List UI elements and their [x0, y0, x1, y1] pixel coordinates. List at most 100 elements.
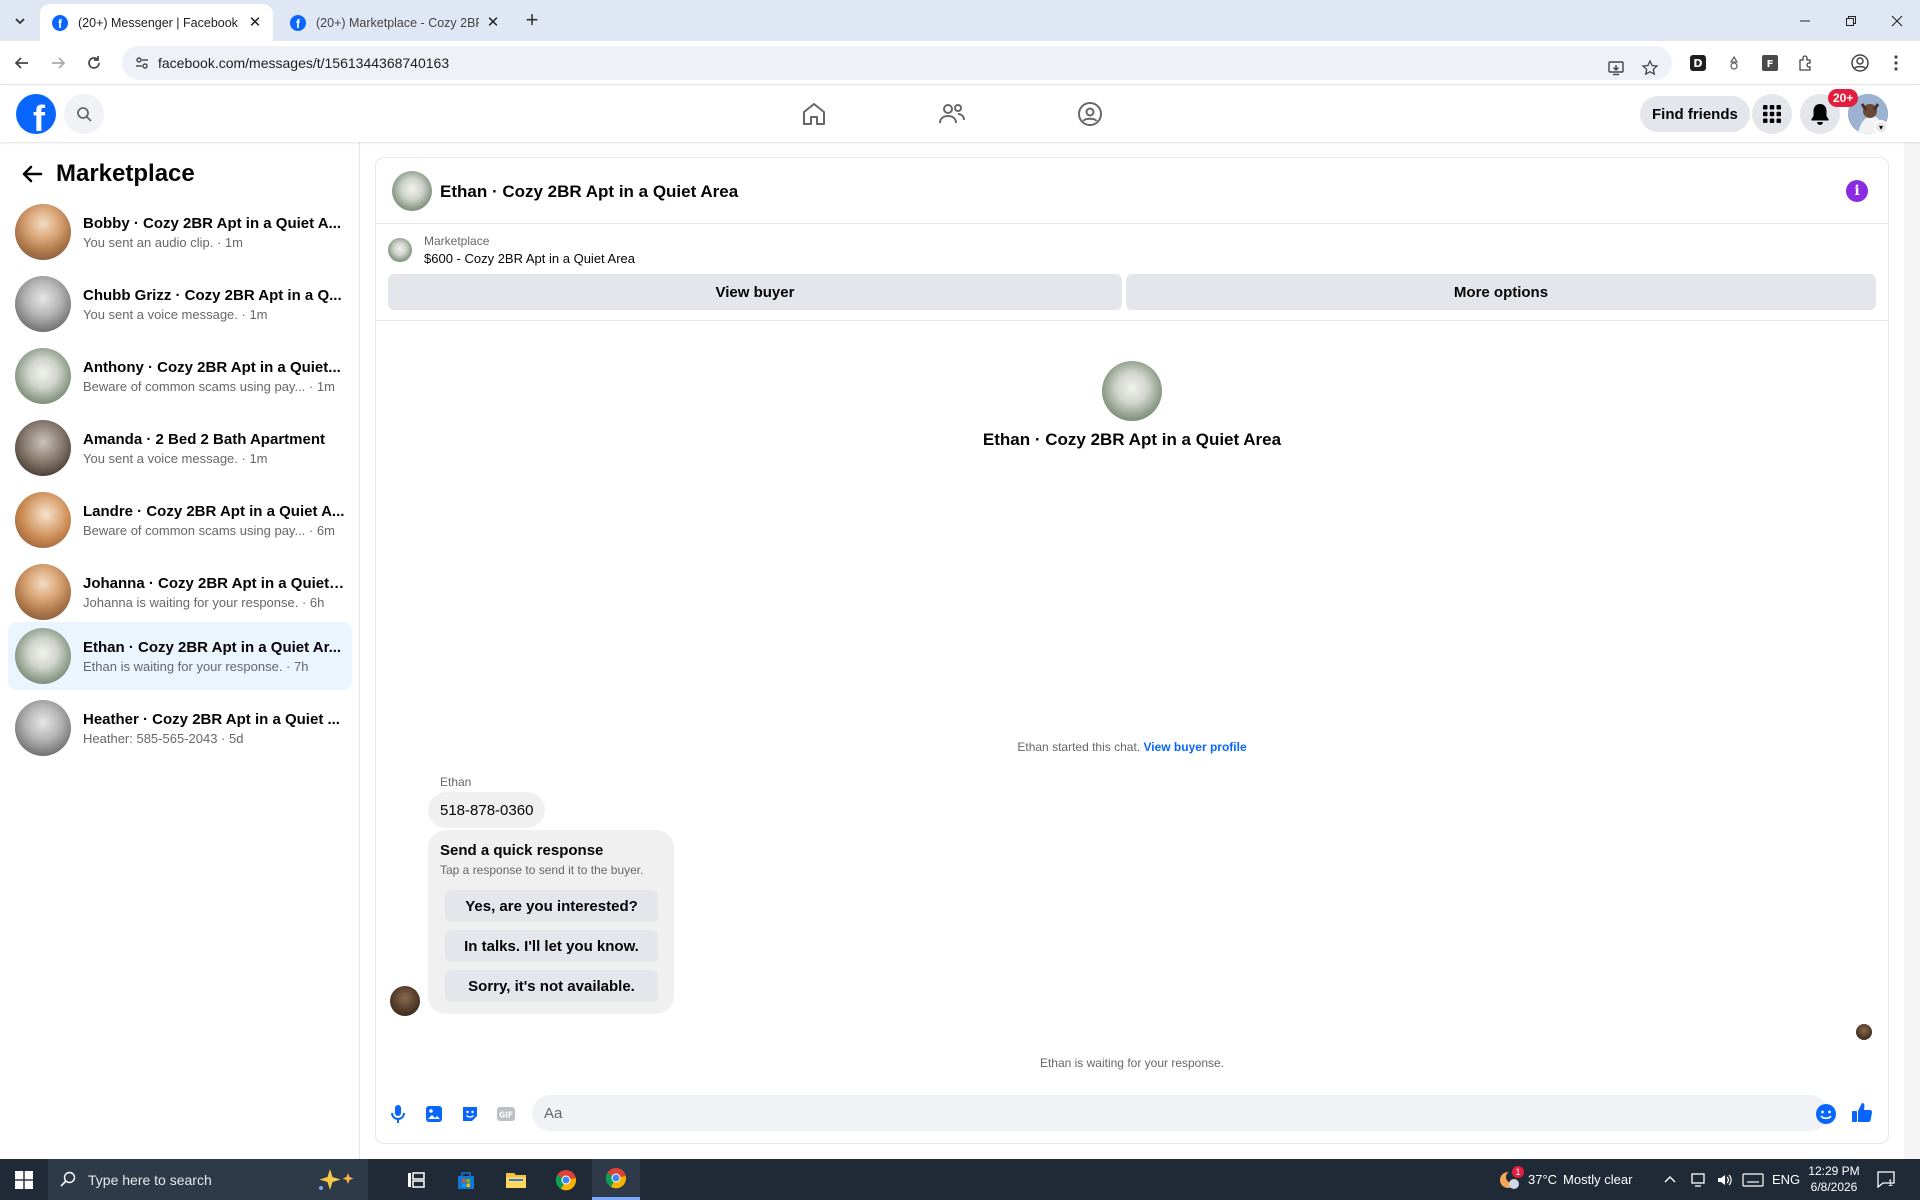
- chrome-active-icon[interactable]: [592, 1159, 640, 1200]
- message-sender-name: Ethan: [440, 775, 472, 789]
- microsoft-store-icon[interactable]: [442, 1159, 490, 1200]
- extension-recycle-icon[interactable]: [1724, 53, 1744, 73]
- quick-response-button[interactable]: Yes, are you interested?: [445, 890, 658, 922]
- clock-date: 6/8/2026: [1810, 1180, 1858, 1194]
- notification-center-icon[interactable]: 1: [1876, 1159, 1898, 1200]
- quick-response-button[interactable]: In talks. I'll let you know.: [445, 930, 658, 962]
- chrome-icon[interactable]: [542, 1159, 590, 1200]
- account-chevron-down-icon[interactable]: ▾: [1874, 120, 1888, 134]
- quick-response-subtitle: Tap a response to send it to the buyer.: [440, 863, 644, 877]
- keyboard-icon[interactable]: [1742, 1159, 1764, 1200]
- conversation-info-icon[interactable]: i: [1846, 180, 1868, 202]
- photo-icon[interactable]: [422, 1102, 446, 1126]
- network-icon[interactable]: [1690, 1159, 1708, 1200]
- chat-title[interactable]: Ethan · Cozy 2BR Apt in a Quiet Area: [440, 182, 738, 202]
- message-input[interactable]: [532, 1095, 1828, 1131]
- more-options-button[interactable]: More options: [1126, 274, 1876, 310]
- conversation-name: Ethan · Cozy 2BR Apt in a Quiet Ar...: [83, 638, 342, 656]
- search-icon[interactable]: [64, 94, 104, 134]
- extension-d-icon[interactable]: D: [1688, 53, 1708, 73]
- browser-menu-icon[interactable]: [1886, 53, 1906, 73]
- reload-icon[interactable]: [80, 49, 108, 77]
- close-tab-icon[interactable]: ✕: [485, 14, 501, 31]
- find-friends-button[interactable]: Find friends: [1640, 96, 1750, 132]
- minimize-button[interactable]: [1782, 0, 1828, 41]
- back-arrow-icon[interactable]: [16, 158, 48, 190]
- new-tab-button[interactable]: +: [520, 9, 544, 33]
- chat-header-avatar[interactable]: [392, 171, 432, 211]
- notification-count-badge: 20+: [1828, 89, 1859, 107]
- tab-search-chevron-icon[interactable]: [8, 9, 32, 33]
- extensions-puzzle-icon[interactable]: [1796, 53, 1816, 73]
- weather-alert-badge: 1: [1512, 1165, 1524, 1178]
- friends-icon[interactable]: [932, 94, 972, 134]
- conversation-name: Johanna · Cozy 2BR Apt in a Quiet ...: [83, 574, 345, 592]
- taskbar-search-box[interactable]: Type here to search: [48, 1159, 368, 1200]
- restore-button[interactable]: [1828, 0, 1874, 41]
- extension-f-icon[interactable]: F: [1760, 53, 1780, 73]
- profile-icon[interactable]: [1850, 53, 1870, 73]
- groups-icon[interactable]: [1070, 94, 1110, 134]
- svg-text:GIF: GIF: [499, 1111, 513, 1120]
- file-explorer-icon[interactable]: [492, 1159, 540, 1200]
- gif-icon[interactable]: GIF: [494, 1102, 518, 1126]
- page-scrollbar[interactable]: [1904, 86, 1920, 1159]
- language-indicator[interactable]: ENG: [1772, 1159, 1800, 1200]
- waiting-notice: Ethan is waiting for your response.: [1039, 1056, 1225, 1070]
- chat-pane: Ethan · Cozy 2BR Apt in a Quiet Area i M…: [376, 158, 1888, 1143]
- address-bar[interactable]: facebook.com/messages/t/1561344368740163: [122, 46, 1672, 80]
- volume-icon[interactable]: [1716, 1159, 1734, 1200]
- close-tab-icon[interactable]: ✕: [247, 14, 263, 31]
- browser-tab-bar: f (20+) Messenger | Facebook ✕ f (20+) M…: [0, 0, 1920, 41]
- sticker-icon[interactable]: [458, 1102, 482, 1126]
- conversation-item[interactable]: Bobby · Cozy 2BR Apt in a Quiet A... You …: [8, 198, 352, 266]
- message-bubble[interactable]: 518-878-0360: [428, 792, 546, 828]
- weather-widget[interactable]: 1 37°C Mostly clear: [1498, 1159, 1632, 1200]
- emoji-icon[interactable]: [1814, 1102, 1838, 1126]
- conversation-name: Chubb Grizz · Cozy 2BR Apt in a Q...: [83, 286, 342, 304]
- forward-arrow-icon[interactable]: [44, 49, 72, 77]
- listing-description[interactable]: $600 - Cozy 2BR Apt in a Quiet Area: [424, 251, 635, 266]
- conversation-preview: You sent a voice message. · 1m: [83, 450, 268, 466]
- taskbar-clock[interactable]: 12:29 PM 6/8/2026: [1800, 1163, 1868, 1195]
- weather-desc: Mostly clear: [1563, 1172, 1633, 1187]
- intro-title: Ethan · Cozy 2BR Apt in a Quiet Area: [982, 430, 1282, 449]
- like-thumbs-up-icon[interactable]: [1850, 1101, 1874, 1125]
- search-icon: [60, 1171, 76, 1190]
- conversation-preview: You sent an audio clip. · 1m: [83, 234, 243, 250]
- read-receipt-avatar: [1856, 1024, 1872, 1040]
- install-app-icon[interactable]: [1602, 54, 1630, 82]
- tab-title: (20+) Messenger | Facebook: [78, 15, 238, 30]
- sender-avatar[interactable]: [390, 986, 420, 1016]
- windows-start-icon[interactable]: [0, 1159, 48, 1200]
- tab-messenger[interactable]: f (20+) Messenger | Facebook ✕: [40, 4, 273, 41]
- task-view-icon[interactable]: [392, 1159, 440, 1200]
- conversation-item-active[interactable]: Ethan · Cozy 2BR Apt in a Quiet Ar... Eth…: [8, 622, 352, 690]
- conversation-item[interactable]: Anthony · Cozy 2BR Apt in a Quiet... Bewa…: [8, 342, 352, 410]
- conversation-name: Anthony · Cozy 2BR Apt in a Quiet...: [83, 358, 341, 376]
- menu-grid-icon[interactable]: [1752, 94, 1792, 134]
- close-window-button[interactable]: [1874, 0, 1920, 41]
- conversation-preview: Johanna is waiting for your response. · …: [83, 594, 325, 610]
- conversation-item[interactable]: Amanda · 2 Bed 2 Bath Apartment You sent …: [8, 414, 352, 482]
- conversation-item[interactable]: Johanna · Cozy 2BR Apt in a Quiet ... Joh…: [8, 558, 352, 626]
- back-arrow-icon[interactable]: [8, 49, 36, 77]
- tray-chevron-up-icon[interactable]: [1664, 1159, 1676, 1200]
- copilot-sparkle-icon[interactable]: [316, 1167, 360, 1196]
- microphone-icon[interactable]: [386, 1102, 410, 1126]
- browser-toolbar: facebook.com/messages/t/1561344368740163…: [0, 41, 1920, 85]
- tab-marketplace[interactable]: f (20+) Marketplace - Cozy 2BR A ✕: [278, 4, 511, 41]
- view-buyer-profile-link[interactable]: View buyer profile: [1143, 740, 1246, 754]
- view-buyer-button[interactable]: View buyer: [388, 274, 1122, 310]
- conversation-sidebar: Marketplace Bobby · Cozy 2BR Apt in a Qu…: [0, 142, 360, 1159]
- quick-response-button[interactable]: Sorry, it's not available.: [445, 970, 658, 1002]
- marketplace-label: Marketplace: [424, 234, 490, 248]
- conversation-item[interactable]: Landre · Cozy 2BR Apt in a Quiet A... Bew…: [8, 486, 352, 554]
- home-icon[interactable]: [794, 94, 834, 134]
- site-info-icon[interactable]: [134, 55, 150, 71]
- bookmark-star-icon[interactable]: [1636, 54, 1664, 82]
- conversation-item[interactable]: Heather · Cozy 2BR Apt in a Quiet ... Hea…: [8, 694, 352, 762]
- chat-started-notice: Ethan started this chat. View buyer prof…: [376, 740, 1888, 754]
- facebook-logo-icon[interactable]: f: [16, 94, 56, 134]
- conversation-item[interactable]: Chubb Grizz · Cozy 2BR Apt in a Q... You …: [8, 270, 352, 338]
